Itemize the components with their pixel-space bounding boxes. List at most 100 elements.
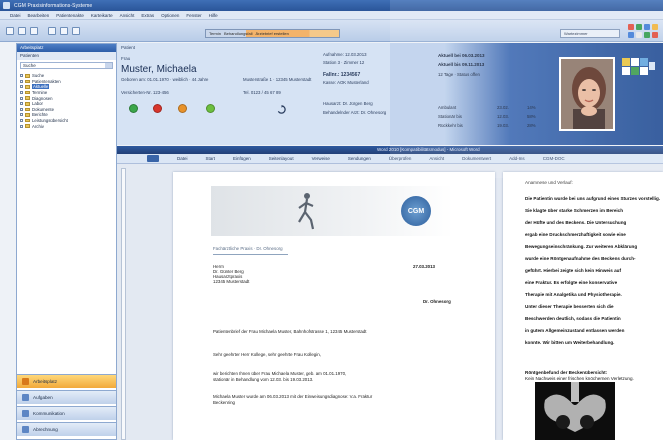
stat-label: Rückkehr bis bbox=[438, 123, 463, 128]
refresh-icon[interactable] bbox=[277, 105, 286, 114]
status-red-icon[interactable] bbox=[153, 104, 162, 113]
app-icon bbox=[3, 2, 10, 9]
forward-icon[interactable] bbox=[18, 27, 26, 35]
status-green-icon[interactable] bbox=[129, 104, 138, 113]
nav-button-0[interactable]: Arbeitsplatz bbox=[17, 374, 116, 388]
expand-icon[interactable] bbox=[20, 79, 23, 83]
report-line: der Hüfte und des Beckens. Die Untersuch… bbox=[525, 220, 627, 225]
waiting-room-field[interactable]: Wartezimmer bbox=[560, 29, 620, 38]
module-green-icon[interactable] bbox=[636, 24, 642, 30]
search-input[interactable]: Suche bbox=[20, 62, 113, 69]
report-line: ergab eine Druckschmerzhaftigkeit sowie … bbox=[525, 232, 626, 237]
nav-button-2[interactable]: Kommunikation bbox=[17, 406, 116, 420]
print-icon[interactable] bbox=[48, 27, 56, 35]
nav-button-label: Arbeitsplatz bbox=[33, 379, 58, 384]
ribbon-tab-4[interactable]: Verweise bbox=[312, 156, 330, 161]
xray-image bbox=[535, 382, 615, 440]
folder-icon bbox=[25, 124, 30, 128]
recipient-block: Herrn Dr. Günter Berg Hausarztpraxis 12345 … bbox=[213, 264, 249, 284]
report-line: eine Fraktur. Es erfolgte eine konservat… bbox=[525, 280, 618, 285]
tree-item-label: Labor bbox=[32, 101, 43, 107]
patient-title-label: Frau bbox=[121, 56, 131, 61]
mail-icon[interactable] bbox=[72, 27, 80, 35]
letter-body-3: Michaela Muster wurde am 06.03.2013 mit … bbox=[213, 394, 373, 399]
menu-item-2[interactable]: Patientenakte bbox=[56, 13, 84, 18]
module-grid[interactable] bbox=[626, 22, 658, 40]
ribbon-tab-7[interactable]: Ansicht bbox=[429, 156, 444, 161]
report-line: Unter dieser Therapie besserten sich die bbox=[525, 304, 614, 309]
ribbon-tab-8[interactable]: Dokumentwert bbox=[462, 156, 491, 161]
strip-item-2[interactable]: Ärztebrief erstellen bbox=[255, 31, 288, 36]
sender-line: Fachärztliche Praxis · Dr. Ohnesorg bbox=[213, 246, 283, 251]
report-line: Bewegungseinschränkung. Zur weiteren Abk… bbox=[525, 244, 638, 249]
module-green2-icon[interactable] bbox=[644, 32, 650, 38]
ribbon-tab-9[interactable]: Add-Ins bbox=[509, 156, 525, 161]
menu-item-4[interactable]: Ansicht bbox=[120, 13, 135, 18]
folder-tree: Suche Patientenakten Aktuelle Termine Diagno… bbox=[20, 73, 113, 129]
panel-header: Arbeitsplatz bbox=[17, 44, 116, 52]
save-icon[interactable] bbox=[60, 27, 68, 35]
folder-icon bbox=[25, 90, 30, 95]
cgm-logo-icon bbox=[622, 58, 655, 75]
expand-icon[interactable] bbox=[20, 85, 23, 89]
back-icon[interactable] bbox=[6, 27, 14, 35]
nav-icon bbox=[22, 426, 29, 433]
folder-icon bbox=[25, 107, 30, 112]
word-document-window: Word 2010 [Kompatibilitätsmodus] - Micro… bbox=[117, 146, 663, 440]
menu-item-6[interactable]: Optionen bbox=[161, 13, 179, 18]
letter-page[interactable]: CGM Fachärztliche Praxis · Dr. Ohnesorg … bbox=[173, 172, 495, 440]
ribbon-tab-2[interactable]: Einfügen bbox=[233, 156, 251, 161]
stat-v1: 19.03. bbox=[497, 123, 509, 128]
expand-icon[interactable] bbox=[20, 74, 23, 78]
status-lightgreen-icon[interactable] bbox=[206, 104, 215, 113]
letter-salutation: Sehr geehrter Herr Kollege, sehr geehrte… bbox=[213, 352, 321, 357]
quick-action-strip[interactable]: Termin Behandlungsfall Ärztebrief erstelle… bbox=[205, 29, 340, 38]
module-white-icon[interactable] bbox=[636, 32, 642, 38]
tree-item-label: Suche bbox=[32, 73, 45, 79]
left-navigation-panel: Arbeitsplatz Patienten Suche Suche Patien… bbox=[16, 43, 117, 440]
search-icon[interactable] bbox=[105, 63, 112, 68]
module-yellow-icon[interactable] bbox=[652, 24, 658, 30]
module-red2-icon[interactable] bbox=[652, 32, 658, 38]
expand-icon[interactable] bbox=[20, 119, 23, 123]
menu-item-0[interactable]: Datei bbox=[10, 13, 21, 18]
report-line: geführt. Hierbei zeigte sich kein Hinwei… bbox=[525, 268, 621, 273]
menu-item-8[interactable]: Hilfe bbox=[209, 13, 218, 18]
ribbon-tab-3[interactable]: Seitenlayout bbox=[269, 156, 294, 161]
ribbon-tab-5[interactable]: Sendungen bbox=[348, 156, 371, 161]
menu-item-3[interactable]: Karteikarte bbox=[91, 13, 113, 18]
tree-item-label: Termine bbox=[32, 90, 48, 96]
nav-button-3[interactable]: Abrechnung bbox=[17, 422, 116, 436]
ribbon-tab-10[interactable]: CGM-DOC bbox=[543, 156, 565, 161]
patient-doctor: Hausarzt: Dr. Jürgen Berg bbox=[323, 101, 373, 106]
expand-icon[interactable] bbox=[20, 91, 23, 95]
report-page[interactable]: Anamnese und Verlauf: Die Patientin wurd… bbox=[503, 172, 663, 440]
home-icon[interactable] bbox=[30, 27, 38, 35]
expand-icon[interactable] bbox=[20, 107, 23, 111]
ribbon-tab-6[interactable]: Überprüfen bbox=[389, 156, 412, 161]
menu-item-5[interactable]: Extras bbox=[141, 13, 154, 18]
expand-icon[interactable] bbox=[20, 124, 23, 128]
status-orange-icon[interactable] bbox=[178, 104, 187, 113]
menu-item-7[interactable]: Fenster bbox=[186, 13, 201, 18]
tree-item[interactable]: Archiv bbox=[20, 123, 113, 129]
ribbon-tab-0[interactable]: Datei bbox=[177, 156, 188, 161]
stat-label: Stationär bis bbox=[438, 114, 462, 119]
expand-icon[interactable] bbox=[20, 96, 23, 100]
module-blue2-icon[interactable] bbox=[628, 32, 634, 38]
search-value: Suche bbox=[23, 63, 36, 68]
menu-item-1[interactable]: Bearbeiten bbox=[28, 13, 50, 18]
tree-item-label: Berichte bbox=[32, 112, 48, 118]
patient-name[interactable]: Muster, Michaela bbox=[121, 64, 197, 75]
file-tab-button[interactable] bbox=[147, 155, 159, 162]
strip-item-1[interactable]: Behandlungsfall bbox=[224, 31, 252, 36]
ribbon-tab-1[interactable]: Start bbox=[206, 156, 216, 161]
module-blue-icon[interactable] bbox=[644, 24, 650, 30]
expand-icon[interactable] bbox=[20, 113, 23, 117]
nav-button-1[interactable]: Aufgaben bbox=[17, 390, 116, 404]
strip-item-0[interactable]: Termin bbox=[209, 31, 221, 36]
module-red-icon[interactable] bbox=[628, 24, 634, 30]
patient-address: Musterstraße 1 · 12345 Musterstadt bbox=[243, 77, 312, 82]
letter-body-1: wir berichten Ihnen über Frau Michaela M… bbox=[213, 371, 347, 376]
expand-icon[interactable] bbox=[20, 102, 23, 106]
